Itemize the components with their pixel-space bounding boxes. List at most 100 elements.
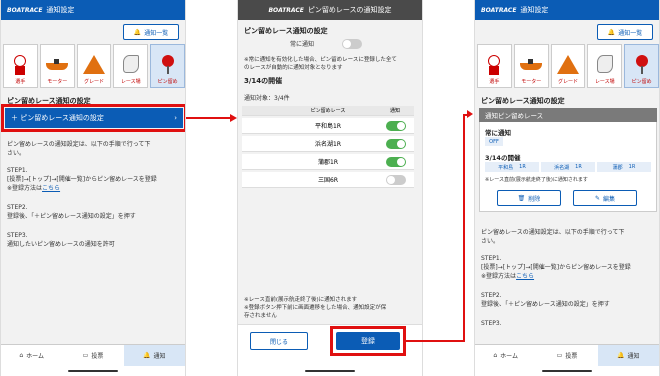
highlight-box — [1, 104, 185, 132]
step1-title: STEP1. — [481, 255, 502, 262]
mascot-icon — [482, 53, 506, 75]
always-notify-toggle[interactable] — [342, 39, 362, 49]
close-button[interactable]: 閉じる — [250, 332, 308, 350]
table-row: 浜名湖1R — [242, 136, 414, 152]
step2-title: STEP2. — [481, 292, 502, 299]
race-toggle[interactable] — [386, 157, 406, 167]
brand-logo: BOATRACE — [481, 6, 517, 14]
pin-icon — [630, 53, 654, 75]
always-status-badge: OFF — [485, 137, 503, 146]
bell-icon: 🔔 — [143, 352, 151, 359]
header: BOATRACE 通知設定 — [475, 0, 659, 20]
howto-link[interactable]: こちら — [516, 273, 534, 280]
step2-title: STEP2. — [7, 204, 28, 211]
category-racer[interactable]: 選手 — [477, 44, 512, 88]
table-header: ピン留めレース 通知 — [242, 106, 414, 116]
edit-button[interactable]: ✎ 編集 — [573, 190, 637, 206]
boat-icon — [45, 53, 69, 75]
race-cell: 浜名湖 1R — [541, 162, 595, 172]
notification-list-button[interactable]: 🔔 通知一覧 — [597, 24, 653, 40]
delete-button[interactable]: 🗑 削除 — [497, 190, 561, 206]
home-indicator — [1, 366, 185, 376]
always-note-2: のレースが自動的に通知対象となります — [244, 65, 343, 71]
card-note: ※レース直前(展示航走終了後)に通知されます — [485, 177, 588, 183]
race-toggle[interactable] — [386, 175, 406, 185]
bottom-nav: ⌂ ホーム ▭ 投票 🔔 通知 — [475, 344, 659, 366]
screen-middle: BOATRACE ピン留めレースの通知設定 ピン留めレース通知の設定 常に通知 ※… — [237, 0, 423, 376]
ticket-icon: ▭ — [556, 352, 563, 359]
category-grade[interactable]: グレード — [550, 44, 586, 88]
category-pin[interactable]: ピン留め — [624, 44, 659, 88]
bell-icon: 🔔 — [607, 28, 616, 36]
nav-home[interactable]: ⌂ ホーム — [475, 345, 536, 366]
ticket-icon: ▭ — [82, 352, 89, 359]
nav-notification[interactable]: 🔔 通知 — [597, 345, 659, 366]
race-toggle[interactable] — [386, 139, 406, 149]
card-title: 通知ピン留めレース — [479, 108, 657, 122]
step1-text: [投票]→[トップ]→[開催一覧]からピン留めレースを登録 — [7, 176, 157, 183]
nav-notification[interactable]: 🔔 通知 — [123, 345, 185, 366]
description-line1: ピン留めレースの通知設定は、以下の手順で行って下 — [481, 229, 625, 236]
highlight-box — [330, 326, 406, 356]
mascot-icon — [8, 53, 32, 75]
header-title: 通知設定 — [520, 6, 549, 14]
always-notify-label: 常に通知 — [290, 41, 315, 48]
race-list: 平和島 1R 浜名湖 1R 蒲郡 1R — [485, 162, 651, 172]
arrow-2-head — [467, 110, 473, 118]
always-label: 常に通知 — [485, 129, 511, 137]
step3-title: STEP3. — [481, 320, 502, 327]
screen-right: BOATRACE 通知設定 🔔 通知一覧 選手 モーター グレード レース場 ピン留… — [474, 0, 660, 376]
pin-icon — [156, 53, 180, 75]
nav-vote[interactable]: ▭ 投票 — [536, 345, 597, 366]
screen-left: BOATRACE 通知設定 🔔 通知一覧 選手 モーター グレード レース場 ピン留… — [0, 0, 186, 376]
category-pin[interactable]: ピン留め — [150, 44, 185, 88]
description-line1: ピン留めレースの通知設定は、以下の手順で行って下 — [7, 141, 151, 148]
target-count: 通知対象：3/4件 — [244, 95, 290, 102]
bell-icon: 🔔 — [617, 352, 625, 359]
section-title: ピン留めレース通知の設定 — [481, 97, 565, 105]
pencil-icon: ✎ — [594, 194, 600, 202]
category-icons: 選手 モーター グレード レース場 ピン留め — [477, 44, 659, 88]
map-icon — [593, 53, 617, 75]
description-line2: さい。 — [481, 238, 500, 245]
category-icons: 選手 モーター グレード レース場 ピン留め — [3, 44, 185, 88]
race-cell: 平和島 1R — [485, 162, 539, 172]
category-stadium[interactable]: レース場 — [587, 44, 623, 88]
step1-title: STEP1. — [7, 167, 28, 174]
step1-note: ※登録方法はこちら — [481, 273, 535, 280]
category-stadium[interactable]: レース場 — [113, 44, 149, 88]
arrow-1-head — [230, 114, 237, 122]
arrow-2-vertical — [463, 114, 465, 342]
arrow-2-horizontal — [405, 340, 465, 342]
nav-home[interactable]: ⌂ ホーム — [1, 345, 62, 366]
date-label: 3/14の開催 — [244, 77, 283, 85]
trophy-icon — [556, 53, 580, 75]
header-title: 通知設定 — [46, 6, 75, 14]
footnote-3: 存されません — [244, 313, 277, 319]
step2-text: 登録後、「＋ピン留めレース通知の設定」を押す — [481, 301, 610, 308]
trophy-icon — [82, 53, 106, 75]
table-row: 平和島1R — [242, 118, 414, 134]
table-row: 三国6R — [242, 172, 414, 188]
step2-text: 登録後、「＋ピン留めレース通知の設定」を押す — [7, 213, 136, 220]
bell-icon: 🔔 — [133, 28, 142, 36]
section-title: ピン留めレース通知の設定 — [244, 27, 328, 35]
category-motor[interactable]: モーター — [513, 44, 549, 88]
category-racer[interactable]: 選手 — [3, 44, 38, 88]
home-icon: ⌂ — [493, 352, 498, 359]
category-grade[interactable]: グレード — [76, 44, 112, 88]
home-indicator — [238, 366, 422, 376]
category-motor[interactable]: モーター — [39, 44, 75, 88]
date-label: 3/14の開催 — [485, 154, 521, 162]
howto-link[interactable]: こちら — [42, 185, 60, 192]
nav-vote[interactable]: ▭ 投票 — [62, 345, 123, 366]
description-line2: さい。 — [7, 150, 26, 157]
race-cell: 蒲郡 1R — [597, 162, 651, 172]
race-toggle[interactable] — [386, 121, 406, 131]
boat-icon — [519, 53, 543, 75]
header: BOATRACE ピン留めレースの通知設定 — [238, 0, 422, 20]
brand-logo: BOATRACE — [7, 6, 43, 14]
header: BOATRACE 通知設定 — [1, 0, 185, 20]
notification-list-button[interactable]: 🔔 通知一覧 — [123, 24, 179, 40]
step1-text: [投票]→[トップ]→[開催一覧]からピン留めレースを登録 — [481, 264, 631, 271]
